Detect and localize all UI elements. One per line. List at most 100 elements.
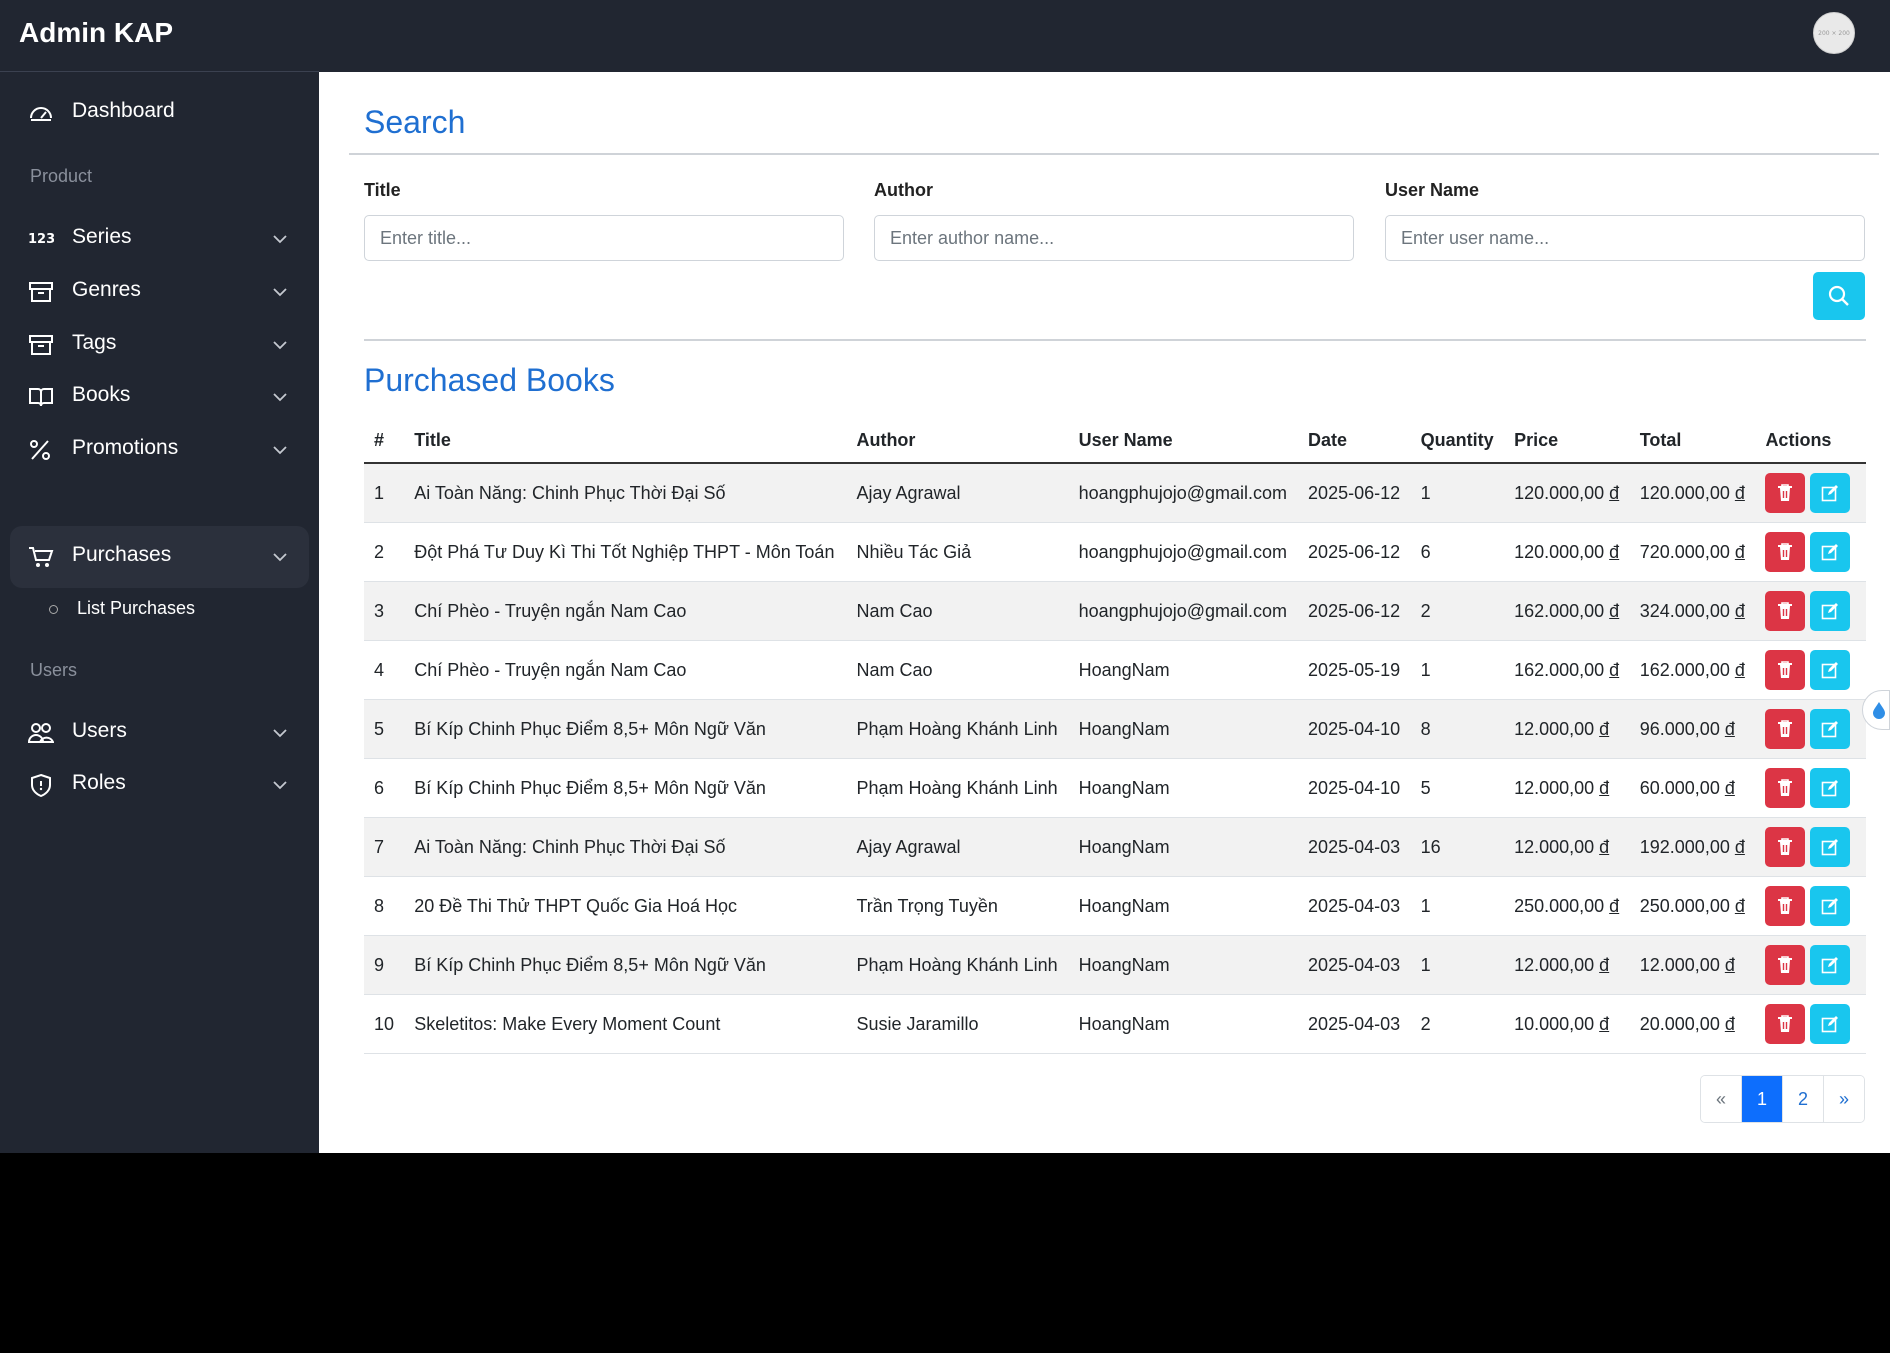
- delete-button[interactable]: [1765, 945, 1806, 985]
- currency-symbol: đ: [1609, 600, 1620, 621]
- edit-icon: [1822, 898, 1839, 915]
- book-author-cell: Nhiều Tác Giả: [846, 522, 1069, 582]
- row-number-cell: 1: [364, 463, 405, 523]
- user-name-cell: hoangphujojo@gmail.com: [1068, 581, 1299, 641]
- table-body: 1 Ai Toàn Năng: Chinh Phục Thời Đại Số Aja…: [364, 463, 1866, 1054]
- actions-cell: [1755, 817, 1866, 877]
- archive-icon: [29, 335, 53, 355]
- row-number-cell: 3: [364, 581, 405, 641]
- search-button[interactable]: [1813, 272, 1865, 320]
- brand-title[interactable]: Admin KAP: [19, 17, 173, 49]
- book-title-cell: Chí Phèo - Truyện ngắn Nam Cao: [404, 640, 847, 700]
- sidebar-item-dashboard[interactable]: Dashboard: [10, 82, 309, 144]
- avatar[interactable]: 200 × 200: [1813, 12, 1855, 54]
- pagination-page-1[interactable]: 1: [1742, 1076, 1783, 1122]
- total-value: 20.000,00: [1639, 1013, 1720, 1034]
- chevron-down-icon: [273, 288, 287, 297]
- delete-button[interactable]: [1765, 768, 1806, 808]
- author-input[interactable]: [874, 215, 1354, 261]
- username-input[interactable]: [1385, 215, 1865, 261]
- price-value: 162.000,00: [1514, 659, 1605, 680]
- currency-symbol: đ: [1609, 895, 1620, 916]
- currency-symbol: đ: [1724, 954, 1735, 975]
- price-cell: 162.000,00 đ: [1504, 640, 1630, 700]
- edit-button[interactable]: [1810, 768, 1851, 808]
- price-cell: 12.000,00 đ: [1504, 758, 1630, 818]
- total-cell: 96.000,00 đ: [1629, 699, 1756, 759]
- delete-button[interactable]: [1765, 1004, 1806, 1044]
- floating-widget-tab[interactable]: [1862, 690, 1890, 730]
- search-icon: [1828, 285, 1849, 306]
- edit-button[interactable]: [1810, 650, 1851, 690]
- sidebar-item-promotions[interactable]: Promotions: [10, 419, 309, 481]
- edit-button[interactable]: [1810, 886, 1851, 926]
- app-root: Admin KAP 200 × 200 Dashboard Product 12…: [0, 0, 1890, 1153]
- delete-button[interactable]: [1765, 473, 1806, 513]
- book-title-cell: Đột Phá Tư Duy Kì Thi Tốt Nghiệp THPT - …: [404, 522, 847, 582]
- sidebar-item-label: Promotions: [72, 436, 179, 459]
- edit-button[interactable]: [1810, 591, 1851, 631]
- user-name-cell: HoangNam: [1068, 817, 1299, 877]
- total-value: 192.000,00: [1639, 836, 1730, 857]
- total-value: 12.000,00: [1639, 954, 1720, 975]
- price-cell: 120.000,00 đ: [1504, 463, 1630, 523]
- trash-icon: [1778, 779, 1793, 796]
- price-cell: 120.000,00 đ: [1504, 522, 1630, 582]
- total-cell: 250.000,00 đ: [1629, 876, 1756, 936]
- price-cell: 10.000,00 đ: [1504, 994, 1630, 1054]
- total-cell: 60.000,00 đ: [1629, 758, 1756, 818]
- sidebar-subitem-list-purchases[interactable]: List Purchases: [10, 586, 309, 632]
- sidebar-item-roles[interactable]: Roles: [10, 754, 309, 816]
- currency-symbol: đ: [1734, 895, 1745, 916]
- edit-button[interactable]: [1810, 709, 1851, 749]
- book-author-cell: Trần Trọng Tuyền: [846, 876, 1069, 936]
- edit-button[interactable]: [1810, 827, 1851, 867]
- book-author-cell: Phạm Hoàng Khánh Linh: [846, 699, 1069, 759]
- currency-symbol: đ: [1724, 777, 1735, 798]
- people-icon: [28, 723, 54, 743]
- book-author-cell: Phạm Hoàng Khánh Linh: [846, 935, 1069, 995]
- book-author-cell: Nam Cao: [846, 640, 1069, 700]
- pagination-page-2[interactable]: 2: [1783, 1076, 1824, 1122]
- trash-icon: [1778, 1015, 1793, 1032]
- pagination-next[interactable]: »: [1824, 1076, 1864, 1122]
- total-value: 96.000,00: [1639, 718, 1720, 739]
- delete-button[interactable]: [1765, 532, 1806, 572]
- quantity-cell: 2: [1410, 994, 1505, 1054]
- sidebar-item-label: Tags: [72, 331, 117, 354]
- delete-button[interactable]: [1765, 650, 1806, 690]
- currency-symbol: đ: [1734, 836, 1745, 857]
- actions-cell: [1755, 876, 1866, 936]
- title-input[interactable]: [364, 215, 844, 261]
- purchase-date-cell: 2025-04-03: [1298, 994, 1411, 1054]
- trash-icon: [1778, 838, 1793, 855]
- book-author-cell: Ajay Agrawal: [846, 817, 1069, 877]
- edit-button[interactable]: [1810, 532, 1851, 572]
- delete-button[interactable]: [1765, 886, 1806, 926]
- delete-button[interactable]: [1765, 591, 1806, 631]
- sidebar-item-purchases[interactable]: Purchases: [10, 526, 309, 588]
- chevron-down-icon: [273, 446, 287, 455]
- edit-button[interactable]: [1810, 945, 1851, 985]
- price-cell: 162.000,00 đ: [1504, 581, 1630, 641]
- chevron-down-icon: [273, 235, 287, 244]
- quantity-cell: 1: [1410, 876, 1505, 936]
- delete-button[interactable]: [1765, 709, 1806, 749]
- edit-button[interactable]: [1810, 1004, 1851, 1044]
- pagination-prev[interactable]: «: [1701, 1076, 1742, 1122]
- table-row: 4 Chí Phèo - Truyện ngắn Nam Cao Nam Cao Ho…: [364, 640, 1866, 700]
- delete-button[interactable]: [1765, 827, 1806, 867]
- section-divider: [364, 339, 1866, 341]
- price-cell: 12.000,00 đ: [1504, 935, 1630, 995]
- top-bar: Admin KAP 200 × 200: [0, 0, 1890, 72]
- user-name-cell: HoangNam: [1068, 876, 1299, 936]
- column-header: Date: [1298, 418, 1411, 464]
- edit-button[interactable]: [1810, 473, 1851, 513]
- purchase-date-cell: 2025-06-12: [1298, 522, 1411, 582]
- edit-icon: [1822, 662, 1839, 679]
- user-name-cell: hoangphujojo@gmail.com: [1068, 522, 1299, 582]
- quantity-cell: 5: [1410, 758, 1505, 818]
- shopping-cart-icon: [29, 547, 54, 567]
- book-title-cell: Chí Phèo - Truyện ngắn Nam Cao: [404, 581, 847, 641]
- quantity-cell: 16: [1410, 817, 1505, 877]
